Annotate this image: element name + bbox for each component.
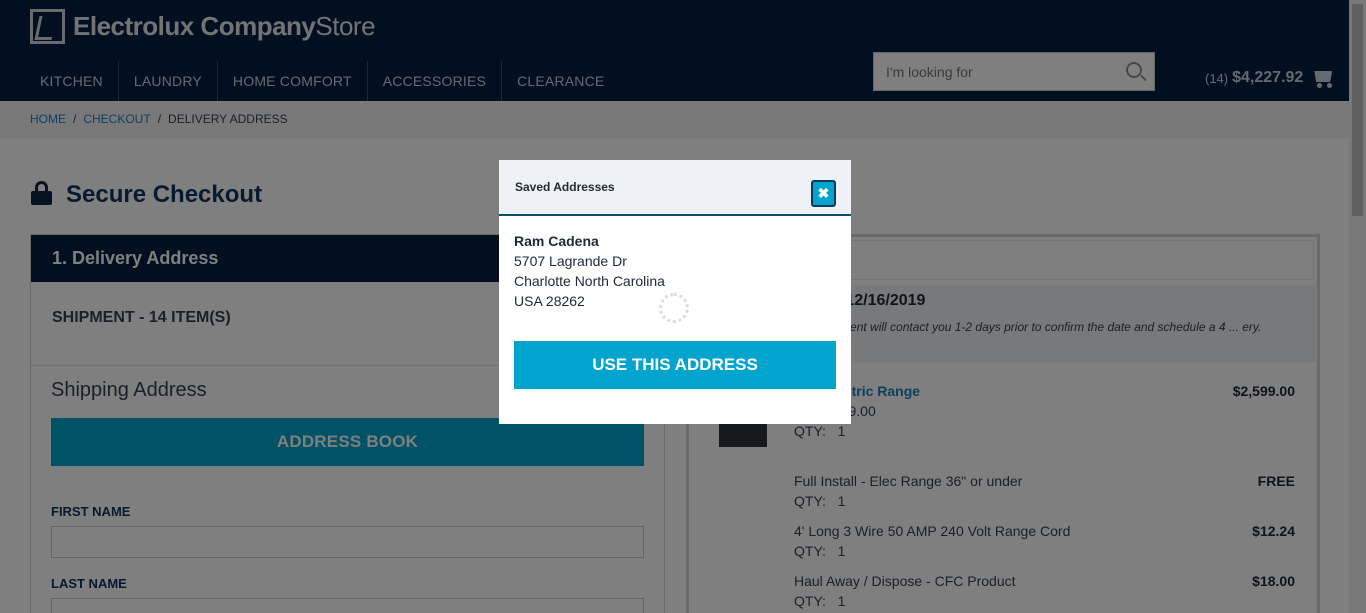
address-country-zip: USA 28262 [514,293,585,309]
use-this-address-button[interactable]: USE THIS ADDRESS [514,341,836,389]
loading-spinner-icon [659,293,689,323]
address-street: 5707 Lagrande Dr [514,253,627,269]
close-icon: ✖ [817,185,830,201]
address-name: Ram Cadena [514,233,599,249]
saved-addresses-modal: Saved Addresses ✖ Ram Cadena 5707 Lagran… [499,160,851,424]
modal-header: Saved Addresses ✖ [499,160,851,216]
address-city-state: Charlotte North Carolina [514,273,665,289]
modal-title: Saved Addresses [515,180,615,194]
close-button[interactable]: ✖ [811,180,836,207]
